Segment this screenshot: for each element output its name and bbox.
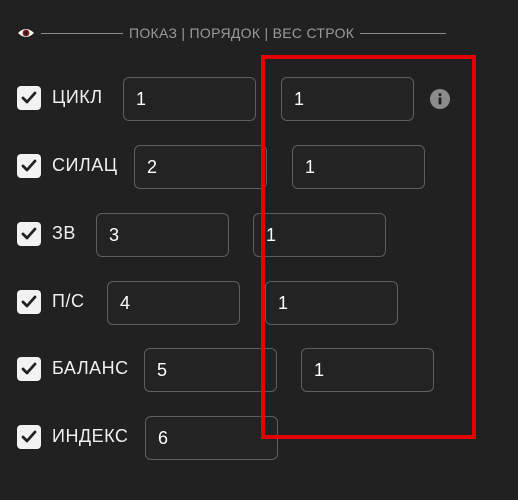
row-balance-label: БАЛАНС — [52, 358, 129, 378]
row-silac-label: СИЛАЦ — [52, 155, 118, 175]
row-index: ИНДЕКС — [17, 416, 497, 462]
row-ps-label: П/С — [52, 291, 85, 311]
check-icon — [21, 159, 37, 172]
eye-icon[interactable] — [17, 27, 35, 39]
row-index-order-input[interactable] — [145, 416, 278, 460]
row-silac-checkbox[interactable] — [17, 154, 41, 178]
check-icon — [21, 227, 37, 240]
row-balance-weight-input[interactable] — [301, 348, 434, 392]
row-zv-label: ЗВ — [52, 223, 76, 243]
check-icon — [21, 362, 37, 375]
row-index-checkbox[interactable] — [17, 425, 41, 449]
check-icon — [21, 91, 37, 104]
header-divider-right — [360, 32, 447, 34]
row-ps-weight-input[interactable] — [265, 281, 398, 325]
header-divider-left — [41, 32, 123, 34]
row-cycle-weight-input[interactable] — [281, 77, 414, 121]
check-icon — [21, 430, 37, 443]
row-silac: СИЛАЦ — [17, 145, 497, 191]
row-silac-order-input[interactable] — [134, 145, 267, 189]
row-silac-weight-input[interactable] — [292, 145, 425, 189]
row-zv-order-input[interactable] — [96, 213, 229, 257]
row-ps: П/С — [17, 281, 497, 327]
row-zv-weight-input[interactable] — [253, 213, 386, 257]
row-balance: БАЛАНС — [17, 348, 497, 394]
row-cycle-order-input[interactable] — [123, 77, 256, 121]
row-index-label: ИНДЕКС — [52, 426, 129, 446]
row-zv-checkbox[interactable] — [17, 222, 41, 246]
row-cycle: ЦИКЛ — [17, 77, 497, 123]
section-title: ПОКАЗ | ПОРЯДОК | ВЕС СТРОК — [129, 25, 355, 41]
row-zv: ЗВ — [17, 213, 497, 259]
section-header: ПОКАЗ | ПОРЯДОК | ВЕС СТРОК — [17, 23, 447, 43]
row-cycle-label: ЦИКЛ — [52, 87, 103, 107]
info-icon[interactable] — [430, 89, 450, 109]
row-balance-checkbox[interactable] — [17, 357, 41, 381]
row-ps-checkbox[interactable] — [17, 290, 41, 314]
row-cycle-checkbox[interactable] — [17, 86, 41, 110]
row-balance-order-input[interactable] — [144, 348, 277, 392]
check-icon — [21, 295, 37, 308]
row-ps-order-input[interactable] — [107, 281, 240, 325]
